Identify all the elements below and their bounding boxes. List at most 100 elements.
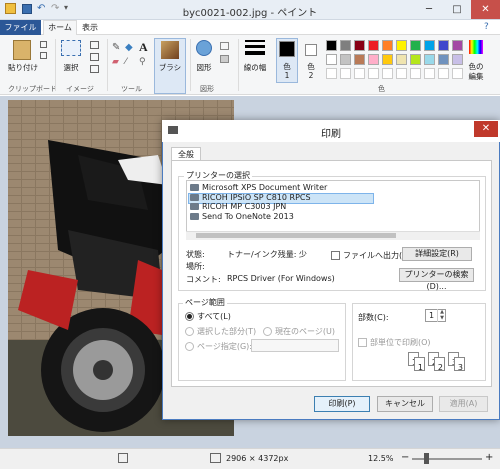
tab-file[interactable]: ファイル xyxy=(0,20,41,35)
pages-input[interactable] xyxy=(251,339,339,352)
palette-swatch-empty[interactable] xyxy=(396,68,407,79)
shapes-button[interactable]: 図形 xyxy=(190,62,218,73)
color2-swatch[interactable] xyxy=(305,44,317,56)
radio-pages-label[interactable]: ページ指定(G): xyxy=(197,341,252,352)
outline-icon[interactable] xyxy=(220,42,229,50)
palette-swatch[interactable] xyxy=(354,40,365,51)
collate-checkbox[interactable] xyxy=(358,338,367,347)
preferences-button[interactable]: 詳細設定(R) xyxy=(402,247,472,261)
maximize-button[interactable]: □ xyxy=(443,0,471,19)
close-button[interactable]: ✕ xyxy=(471,0,500,19)
palette-swatch[interactable] xyxy=(368,40,379,51)
brush-button[interactable]: ブラシ xyxy=(154,62,186,73)
minimize-button[interactable]: ─ xyxy=(415,0,443,19)
palette-swatch-empty[interactable] xyxy=(340,68,351,79)
palette-swatch[interactable] xyxy=(452,40,463,51)
color1-number: 1 xyxy=(284,71,290,80)
palette-swatch[interactable] xyxy=(326,54,337,65)
palette-swatch[interactable] xyxy=(382,40,393,51)
palette-swatch[interactable] xyxy=(410,54,421,65)
paste-button[interactable]: 貼り付け xyxy=(6,62,40,73)
crop-icon[interactable] xyxy=(90,41,99,49)
palette-swatch[interactable] xyxy=(424,54,435,65)
fill-icon[interactable]: ◆ xyxy=(125,42,133,53)
apply-button[interactable]: 適用(A) xyxy=(439,396,488,412)
palette-swatch[interactable] xyxy=(424,40,435,51)
tab-general[interactable]: 全般 xyxy=(171,147,201,161)
edit-colors-icon[interactable] xyxy=(469,40,483,54)
collate-label[interactable]: 部単位で印刷(O) xyxy=(370,337,431,348)
color1-swatch[interactable] xyxy=(279,41,295,57)
printer-icon xyxy=(190,212,199,220)
radio-current-page-label[interactable]: 現在のページ(U) xyxy=(275,326,335,337)
copies-spinner[interactable]: ▲ ▼ xyxy=(437,309,446,322)
palette-swatch[interactable] xyxy=(368,54,379,65)
tab-view[interactable]: 表示 xyxy=(82,22,98,33)
zoom-out-button[interactable]: − xyxy=(401,452,409,463)
zoom-slider[interactable] xyxy=(412,458,482,460)
palette-swatch-empty[interactable] xyxy=(326,68,337,79)
paste-icon[interactable] xyxy=(13,40,31,60)
palette-swatch[interactable] xyxy=(326,40,337,51)
print-to-file-checkbox[interactable] xyxy=(331,251,340,260)
line-width-icon[interactable] xyxy=(245,40,265,42)
group-label-colors: 色 xyxy=(378,85,385,93)
tab-home[interactable]: ホーム xyxy=(43,20,77,36)
fill-style-icon[interactable] xyxy=(220,55,229,63)
color2-number: 2 xyxy=(308,71,314,80)
printer-list-item[interactable]: RICOH MP C3003 JPN xyxy=(202,202,286,211)
copy-icon[interactable] xyxy=(40,52,47,59)
palette-swatch[interactable] xyxy=(438,54,449,65)
zoom-level: 12.5% xyxy=(368,454,394,463)
radio-all[interactable] xyxy=(185,312,194,321)
radio-selection-label[interactable]: 選択した部分(T) xyxy=(197,326,256,337)
comment-value: RPCS Driver (For Windows) xyxy=(227,274,335,283)
eraser-icon[interactable]: ▰ xyxy=(112,57,119,67)
printer-list-item[interactable]: Send To OneNote 2013 xyxy=(202,212,294,221)
cut-icon[interactable] xyxy=(40,41,47,48)
shapes-icon[interactable] xyxy=(196,40,212,56)
palette-swatch-empty[interactable] xyxy=(410,68,421,79)
line-width-button[interactable]: 線の幅 xyxy=(238,62,272,73)
rotate-icon[interactable] xyxy=(90,65,99,73)
resize-icon[interactable] xyxy=(90,53,99,61)
palette-swatch[interactable] xyxy=(340,54,351,65)
cancel-button[interactable]: キャンセル xyxy=(377,396,433,412)
radio-pages[interactable] xyxy=(185,342,194,351)
radio-current-page[interactable] xyxy=(263,327,272,336)
print-to-file-label[interactable]: ファイルへ出力(F) xyxy=(343,250,410,261)
zoom-in-button[interactable]: + xyxy=(485,452,493,463)
palette-swatch[interactable] xyxy=(438,40,449,51)
palette-swatch[interactable] xyxy=(382,54,393,65)
help-icon[interactable]: ? xyxy=(484,22,489,32)
color-picker-icon[interactable]: ⁄ xyxy=(125,57,127,67)
scrollbar-thumb[interactable] xyxy=(196,233,396,238)
select-button[interactable]: 選択 xyxy=(56,62,86,73)
find-printer-button[interactable]: プリンターの検索(D)... xyxy=(399,268,474,291)
zoom-slider-thumb[interactable] xyxy=(424,453,429,464)
printer-list-item[interactable]: RICOH IPSiO SP C810 RPCS xyxy=(202,193,311,202)
palette-swatch-empty[interactable] xyxy=(368,68,379,79)
palette-swatch[interactable] xyxy=(396,40,407,51)
text-icon[interactable]: A xyxy=(139,40,148,55)
palette-swatch[interactable] xyxy=(354,54,365,65)
select-icon[interactable] xyxy=(61,40,81,56)
palette-swatch-empty[interactable] xyxy=(354,68,365,79)
palette-swatch-empty[interactable] xyxy=(438,68,449,79)
palette-swatch[interactable] xyxy=(410,40,421,51)
palette-swatch-empty[interactable] xyxy=(424,68,435,79)
print-dialog-close-button[interactable]: ✕ xyxy=(474,121,498,137)
brush-icon[interactable] xyxy=(161,41,179,59)
location-label: 場所: xyxy=(186,262,205,271)
magnifier-icon[interactable]: ⚲ xyxy=(139,57,146,67)
pencil-icon[interactable]: ✎ xyxy=(112,42,120,53)
printer-list-item[interactable]: Microsoft XPS Document Writer xyxy=(202,183,327,192)
radio-selection[interactable] xyxy=(185,327,194,336)
palette-swatch[interactable] xyxy=(396,54,407,65)
palette-swatch-empty[interactable] xyxy=(382,68,393,79)
line-width-sample xyxy=(245,45,265,48)
radio-all-label[interactable]: すべて(L) xyxy=(197,311,231,322)
print-button[interactable]: 印刷(P) xyxy=(314,396,370,412)
palette-swatch[interactable] xyxy=(340,40,351,51)
group-label-clipboard: クリップボード xyxy=(8,85,57,93)
